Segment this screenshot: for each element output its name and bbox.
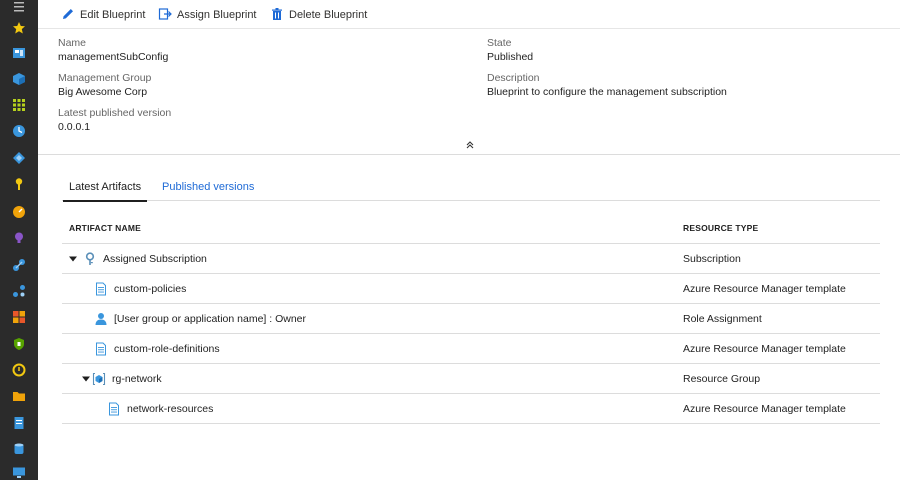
document-icon	[94, 342, 108, 356]
command-bar: Edit Blueprint Assign Blueprint Delete B…	[38, 0, 900, 29]
sql-database-icon[interactable]	[12, 442, 26, 456]
artifact-name: network-resources	[127, 403, 214, 415]
virtual-machine-icon[interactable]	[12, 466, 26, 480]
table-header: ARTIFACT NAME RESOURCE TYPE	[62, 214, 880, 244]
artifacts-table: ARTIFACT NAME RESOURCE TYPE Assigned Sub…	[62, 214, 880, 424]
assign-arrow-icon	[158, 7, 172, 24]
description-value: Blueprint to configure the management su…	[487, 86, 727, 98]
management-group-value: Big Awesome Corp	[58, 86, 148, 98]
recent-clock-icon[interactable]	[12, 124, 26, 138]
resource-type: Azure Resource Manager template	[683, 403, 846, 415]
favorites-star-icon[interactable]	[12, 21, 26, 35]
resource-type: Azure Resource Manager template	[683, 343, 846, 355]
key-vault-icon[interactable]	[12, 177, 26, 191]
latest-version-label: Latest published version	[58, 107, 172, 119]
collapse-caret-icon[interactable]	[82, 375, 90, 383]
document-icon	[94, 282, 108, 296]
artifact-name: custom-role-definitions	[114, 343, 220, 355]
marketplace-icon[interactable]	[12, 310, 26, 324]
table-row[interactable]: [User group or application name] : Owner…	[62, 304, 880, 334]
pencil-icon	[61, 7, 75, 24]
artifact-name: Assigned Subscription	[103, 253, 207, 265]
artifact-name: rg-network	[112, 373, 162, 385]
monitor-gauge-icon[interactable]	[12, 205, 26, 219]
latest-version-value: 0.0.0.1	[58, 121, 91, 133]
assign-blueprint-label: Assign Blueprint	[177, 9, 257, 21]
menu-icon[interactable]	[12, 0, 26, 14]
table-row[interactable]: network-resources Azure Resource Manager…	[62, 394, 880, 424]
resource-type: Azure Resource Manager template	[683, 283, 846, 295]
resource-type: Resource Group	[683, 373, 761, 385]
all-services-grid-icon[interactable]	[12, 98, 26, 112]
tab-published-versions[interactable]: Published versions	[162, 181, 254, 193]
diamond-icon[interactable]	[12, 151, 26, 165]
cube-icon[interactable]	[12, 72, 26, 86]
artifact-name: [User group or application name] : Owner	[114, 313, 307, 325]
network-icon[interactable]	[12, 258, 26, 272]
edit-blueprint-label: Edit Blueprint	[80, 9, 146, 21]
state-value: Published	[487, 51, 534, 63]
artifact-name: custom-policies	[114, 283, 187, 295]
delete-blueprint-label: Delete Blueprint	[289, 9, 368, 21]
delete-blueprint-button[interactable]: Delete Blueprint	[270, 7, 367, 23]
collapse-caret-icon[interactable]	[69, 255, 77, 263]
key-icon	[83, 252, 97, 266]
essentials-panel: Name managementSubConfig Management Grou…	[38, 29, 900, 155]
management-group-label: Management Group	[58, 72, 152, 84]
table-row[interactable]: rg-network Resource Group	[62, 364, 880, 394]
assign-blueprint-button[interactable]: Assign Blueprint	[158, 7, 257, 23]
name-label: Name	[58, 37, 87, 49]
resource-group-icon	[92, 372, 106, 386]
cost-management-icon[interactable]	[12, 363, 26, 377]
name-value: managementSubConfig	[58, 51, 169, 63]
resource-type-header[interactable]: RESOURCE TYPE	[683, 223, 758, 233]
security-shield-icon[interactable]	[12, 337, 26, 351]
document-icon	[107, 402, 121, 416]
left-nav-rail	[0, 0, 38, 480]
resource-type: Role Assignment	[683, 313, 762, 325]
description-label: Description	[487, 72, 540, 84]
dashboard-icon[interactable]	[12, 46, 26, 60]
artifact-tabs: Latest Artifacts Published versions	[62, 178, 880, 202]
connected-nodes-icon[interactable]	[12, 284, 26, 298]
storage-folder-icon[interactable]	[12, 389, 26, 403]
user-icon	[94, 312, 108, 326]
collapse-essentials-icon[interactable]	[464, 140, 476, 150]
file-icon[interactable]	[12, 416, 26, 430]
tab-latest-artifacts[interactable]: Latest Artifacts	[62, 181, 148, 202]
resource-type: Subscription	[683, 253, 741, 265]
edit-blueprint-button[interactable]: Edit Blueprint	[61, 7, 145, 23]
table-row[interactable]: custom-policies Azure Resource Manager t…	[62, 274, 880, 304]
artifact-name-header[interactable]: ARTIFACT NAME	[69, 223, 141, 233]
trash-icon	[270, 7, 284, 24]
table-row[interactable]: custom-role-definitions Azure Resource M…	[62, 334, 880, 364]
lightbulb-icon[interactable]	[12, 231, 26, 245]
state-label: State	[487, 37, 512, 49]
table-row[interactable]: Assigned Subscription Subscription	[62, 244, 880, 274]
